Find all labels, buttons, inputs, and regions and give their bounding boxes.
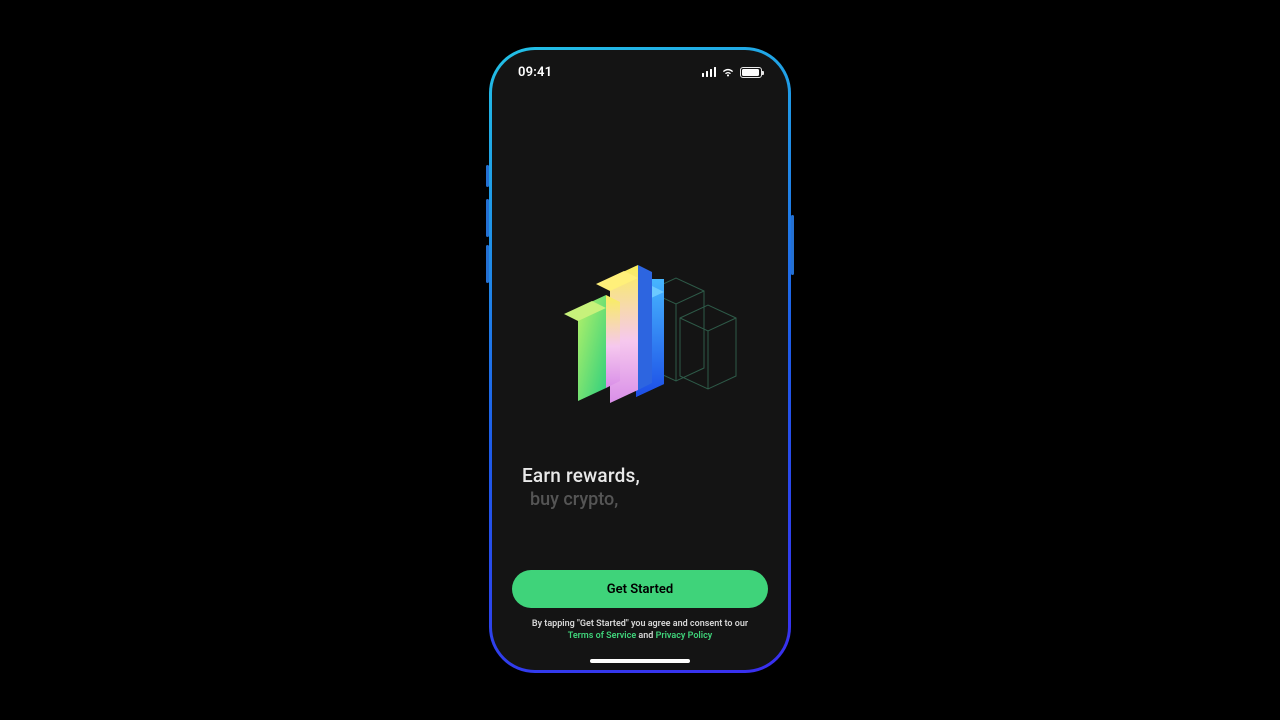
status-icons [702, 67, 763, 78]
terms-of-service-link[interactable]: Terms of Service [568, 631, 636, 641]
side-button-silence [486, 165, 489, 187]
status-time: 09:41 [518, 65, 552, 80]
side-button-volume-down [486, 245, 489, 283]
legal-prefix: By tapping "Get Started" you agree and c… [532, 619, 748, 629]
hero-illustration [492, 250, 788, 420]
headline-line-2: buy crypto, [530, 489, 758, 510]
status-bar: 09:41 [492, 50, 788, 94]
get-started-label: Get Started [607, 582, 673, 597]
wifi-icon [721, 67, 735, 78]
cellular-signal-icon [702, 67, 717, 77]
privacy-policy-link[interactable]: Privacy Policy [656, 631, 713, 641]
get-started-button[interactable]: Get Started [512, 570, 768, 608]
side-button-power [791, 215, 794, 275]
phone-frame: 09:41 [489, 47, 791, 673]
headline-line-1: Earn rewards, [522, 464, 758, 487]
phone-screen: 09:41 [492, 50, 788, 670]
bar-chart-icon [540, 250, 740, 420]
legal-and: and [636, 631, 655, 641]
home-indicator[interactable] [590, 659, 690, 663]
legal-text: By tapping "Get Started" you agree and c… [512, 618, 768, 642]
canvas: 09:41 [0, 0, 1280, 720]
headline: Earn rewards, buy crypto, [522, 464, 758, 510]
side-button-volume-up [486, 199, 489, 237]
battery-icon [740, 67, 762, 78]
